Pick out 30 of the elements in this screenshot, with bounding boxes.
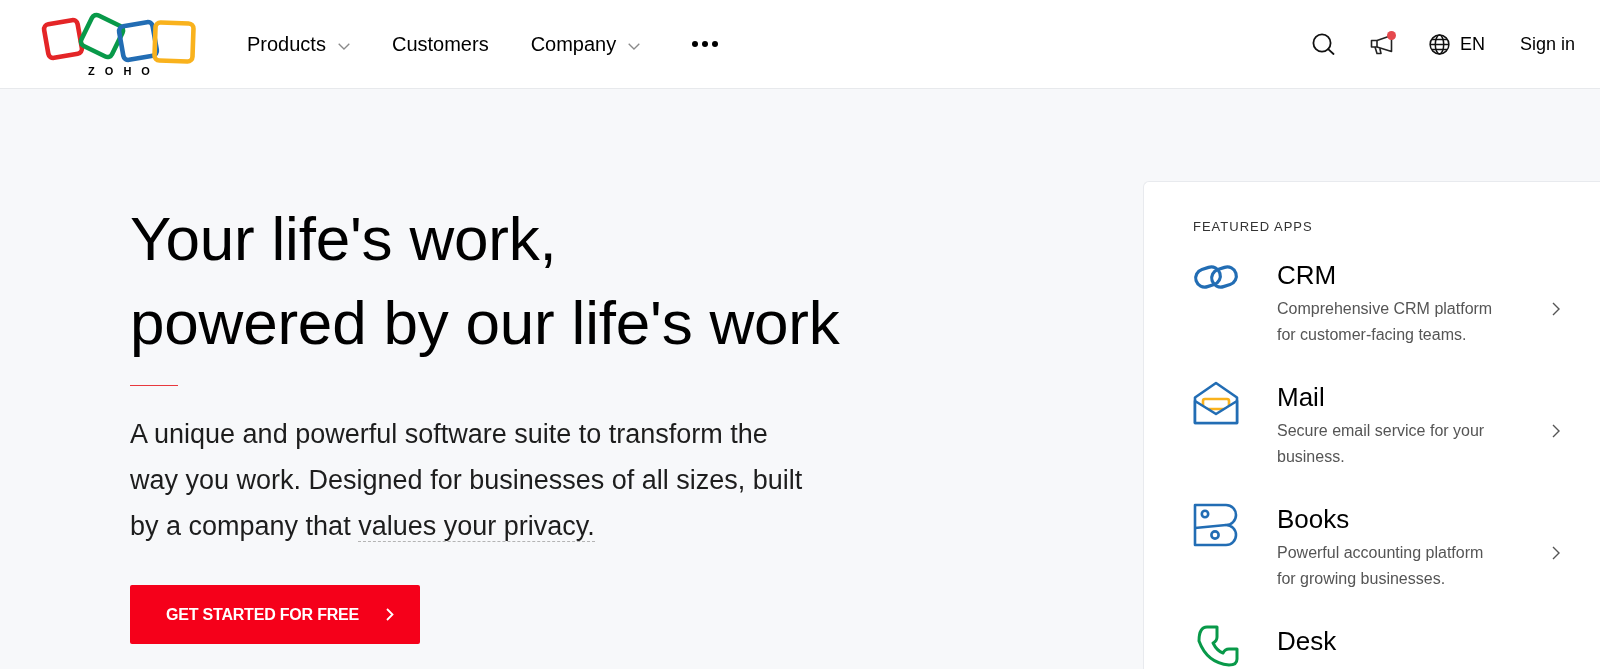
- nav-link[interactable]: Customers: [391, 32, 489, 56]
- sign-in-link[interactable]: Sign in: [1519, 33, 1575, 55]
- section-label: FEATURED APPS: [1193, 218, 1313, 236]
- app-name[interactable]: Desk: [1277, 624, 1337, 658]
- four-squares-icon: [40, 11, 198, 65]
- app-name[interactable]: Books: [1277, 502, 1350, 536]
- chevron-right-icon[interactable]: [1552, 424, 1560, 438]
- app-name[interactable]: Mail: [1277, 380, 1325, 414]
- chevron-right-icon[interactable]: [1552, 546, 1560, 560]
- stacked-toggles-icon[interactable]: [1193, 503, 1239, 547]
- app-description: Secure email service for your business.: [1277, 421, 1486, 467]
- language-button[interactable]: EN: [1428, 33, 1485, 55]
- search-icon[interactable]: [1311, 33, 1335, 55]
- intro-paragraph: A unique and powerful software suite to transform the way you work. Designed for businesses of all sizes, built by a company that values your privacy.: [130, 418, 804, 544]
- privacy-link[interactable]: values your privacy.: [358, 511, 595, 542]
- chevron-right-icon: [386, 608, 395, 621]
- chevron-right-icon[interactable]: [1552, 302, 1560, 316]
- nav-link[interactable]: Products: [247, 32, 350, 56]
- globe-icon: [1428, 33, 1450, 55]
- app-name[interactable]: CRM: [1277, 258, 1337, 292]
- get-started-button[interactable]: GET STARTED FOR FREE: [130, 585, 421, 644]
- more-icon[interactable]: [692, 41, 719, 47]
- megaphone-icon[interactable]: [1369, 33, 1394, 55]
- logo-link[interactable]: ZOHO: [40, 11, 198, 77]
- nav-link[interactable]: Company: [530, 32, 641, 56]
- app-description: Powerful accounting platform for growing businesses.: [1277, 543, 1485, 589]
- linked-rings-icon[interactable]: [1193, 263, 1239, 291]
- app-description: Comprehensive CRM platform for customer-facing teams.: [1277, 299, 1494, 345]
- envelope-icon[interactable]: [1193, 381, 1239, 425]
- hero-heading: Your life's work, powered by our life's work: [130, 203, 840, 359]
